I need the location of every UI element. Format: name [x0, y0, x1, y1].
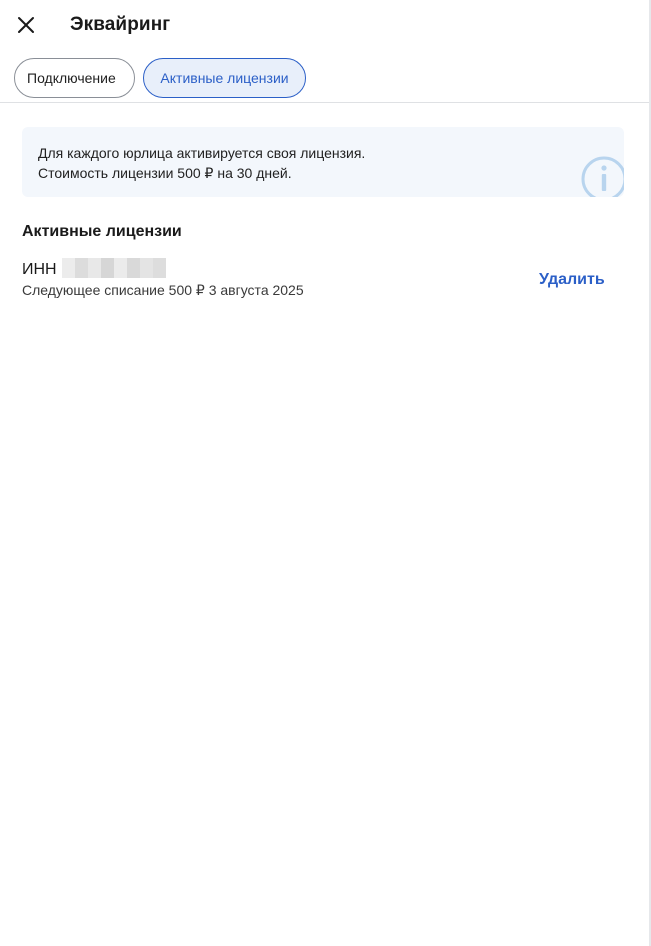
acquiring-panel: Эквайринг Подключение Активные лицензии … — [0, 0, 651, 946]
delete-button[interactable]: Удалить — [539, 271, 605, 289]
divider — [0, 102, 649, 103]
info-icon — [581, 156, 624, 197]
info-text-line-2: Стоимость лицензии 500 ₽ на 30 дней. — [38, 165, 292, 181]
inn-label: ИНН — [22, 261, 57, 278]
next-charge-text: Следующее списание 500 ₽ 3 августа 2025 — [22, 282, 304, 298]
info-card: Для каждого юрлица активируется своя лиц… — [22, 127, 624, 197]
tab-active-licenses[interactable]: Активные лицензии — [143, 58, 306, 98]
close-icon — [18, 17, 34, 33]
info-text-line-1: Для каждого юрлица активируется своя лиц… — [38, 145, 366, 161]
page-title: Эквайринг — [70, 14, 171, 35]
header: Эквайринг — [0, 0, 649, 52]
section-title: Активные лицензии — [22, 223, 182, 240]
license-item: ИНН Следующее списание 500 ₽ 3 августа 2… — [22, 257, 624, 303]
tabs: Подключение Активные лицензии — [14, 58, 306, 98]
close-button[interactable] — [12, 11, 40, 39]
tab-connection[interactable]: Подключение — [14, 58, 135, 98]
inn-value-redacted — [62, 258, 166, 278]
